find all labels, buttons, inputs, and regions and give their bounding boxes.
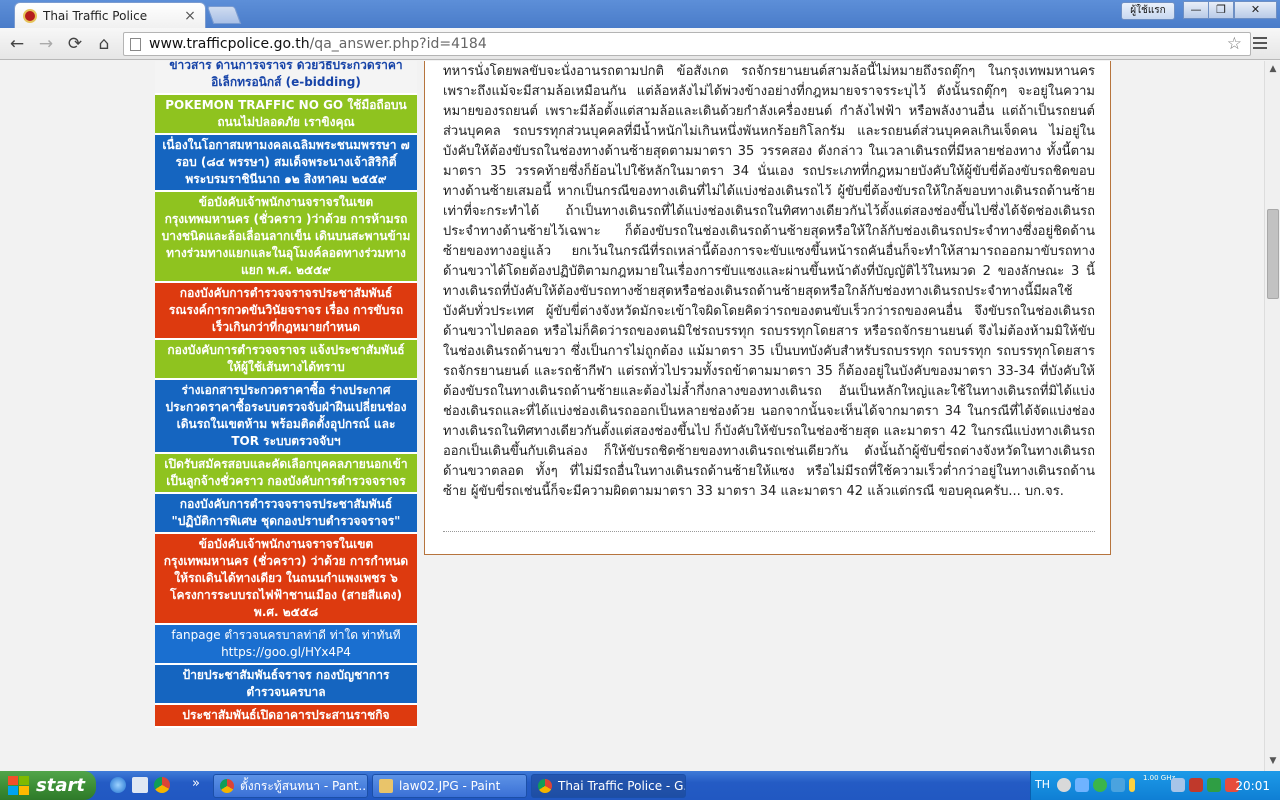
start-label: start: [36, 775, 85, 796]
sidebar-news-link[interactable]: ข้อบังคับเจ้าพนักงานจราจรในเขตกรุงเทพมหา…: [155, 192, 417, 283]
sidebar-news-link[interactable]: ข่าวสาร ด้านการจราจร ด้วยวิธีประกวดราคาอ…: [155, 61, 417, 95]
task-label: ตั้งกระทู้สนทนา - Pant...: [240, 778, 368, 793]
chrome-icon: [220, 779, 234, 793]
page-scrollbar[interactable]: ▲ ▼: [1264, 61, 1280, 771]
sidebar-news-link[interactable]: เปิดรับสมัครสอบและคัดเลือกบุคคลภายนอกเข้…: [155, 454, 417, 494]
url-path: /qa_answer.php?id=4184: [309, 36, 487, 52]
browser-titlebar: Thai Traffic Police × ผู้ใช้แรก — ❐ ✕: [0, 0, 1280, 28]
task-label: law02.JPG - Paint: [399, 779, 501, 793]
scroll-up-arrow-icon[interactable]: ▲: [1265, 61, 1280, 77]
url-host: www.trafficpolice.go.th: [149, 36, 310, 52]
new-tab-button[interactable]: [206, 6, 242, 24]
windows-taskbar: start » ตั้งกระทู้สนทนา - Pant... law02.…: [0, 771, 1280, 800]
browser-tab[interactable]: Thai Traffic Police ×: [14, 2, 206, 28]
paint-icon: [379, 779, 393, 793]
browser-toolbar: ← → ⟳ ⌂ www.trafficpolice.go.th/qa_answe…: [0, 28, 1280, 60]
system-tray: TH 1.00 GHz 20:01: [1030, 771, 1280, 800]
chrome-icon: [538, 779, 552, 793]
tray-back-icon[interactable]: [1057, 778, 1071, 792]
tray-network-icon[interactable]: [1075, 778, 1089, 792]
sidebar-news-link[interactable]: ประชาสัมพันธ์เปิดอาคารประสานราชกิจ: [155, 705, 417, 728]
language-indicator[interactable]: TH: [1035, 778, 1050, 791]
taskbar-item-chrome[interactable]: Thai Traffic Police - G...: [531, 774, 686, 798]
tab-close-icon[interactable]: ×: [183, 8, 197, 24]
sidebar-news-link[interactable]: ร่างเอกสารประกวดราคาซื้อ ร่างประกาศประกว…: [155, 380, 417, 454]
sidebar-news-link[interactable]: fanpage ตำรวจนครบาลท่าดี ท่าใด ท่าทันที …: [155, 625, 417, 665]
task-label: Thai Traffic Police - G...: [558, 779, 686, 793]
chrome-menu-icon[interactable]: [1253, 37, 1267, 51]
sidebar-news-link[interactable]: กองบังคับการตำรวจจราจร แจ้งประชาสัมพันธ์…: [155, 340, 417, 380]
sidebar-news-link[interactable]: ป้ายประชาสัมพันธ์จราจร กองบัญชาการตำรวจน…: [155, 665, 417, 705]
quicklaunch-more-icon[interactable]: »: [192, 776, 200, 791]
taskbar-clock: 20:01: [1235, 779, 1270, 793]
tray-usb-icon[interactable]: [1207, 778, 1221, 792]
dotted-divider: [443, 531, 1095, 532]
taskbar-item-pantip[interactable]: ตั้งกระทู้สนทนา - Pant...: [213, 774, 368, 798]
close-window-button[interactable]: ✕: [1234, 1, 1277, 19]
page-viewport: ข่าวสาร ด้านการจราจร ด้วยวิธีประกวดราคาอ…: [0, 61, 1264, 771]
answer-panel: ทหารนั่งโดยพลขับจะนั่งอานรถตามปกติ ข้อสั…: [424, 61, 1111, 555]
tray-globe-icon[interactable]: [1093, 778, 1107, 792]
home-button[interactable]: ⌂: [93, 33, 115, 55]
address-bar[interactable]: www.trafficpolice.go.th/qa_answer.php?id…: [123, 32, 1251, 56]
sidebar-news-link[interactable]: กองบังคับการตำรวจจราจรประชาสัมพันธ์รณรงค…: [155, 283, 417, 340]
tab-title: Thai Traffic Police: [43, 8, 148, 23]
tray-computer-icon[interactable]: [1171, 778, 1185, 792]
user-profile-button[interactable]: ผู้ใช้แรก: [1121, 2, 1175, 20]
show-desktop-icon[interactable]: [132, 777, 148, 793]
tray-security-icon[interactable]: [1189, 778, 1203, 792]
answer-text: ทหารนั่งโดยพลขับจะนั่งอานรถตามปกติ ข้อสั…: [443, 64, 1095, 499]
maximize-button[interactable]: ❐: [1208, 1, 1234, 19]
back-button[interactable]: ←: [6, 33, 28, 55]
forward-button[interactable]: →: [35, 33, 57, 55]
scrollbar-thumb[interactable]: [1267, 209, 1279, 299]
reload-button[interactable]: ⟳: [64, 33, 86, 55]
tray-display-icon[interactable]: [1111, 778, 1125, 792]
sidebar-news-link[interactable]: ข้อบังคับเจ้าพนักงานจราจรในเขตกรุงเทพมหา…: [155, 534, 417, 625]
chrome-quicklaunch-icon[interactable]: [154, 777, 170, 793]
sidebar-news-link[interactable]: กองบังคับการตำรวจจราจรประชาสัมพันธ์ "ปฏิ…: [155, 494, 417, 534]
start-button[interactable]: start: [0, 771, 96, 800]
bookmark-star-icon[interactable]: ☆: [1227, 34, 1242, 54]
taskbar-item-paint[interactable]: law02.JPG - Paint: [372, 774, 527, 798]
police-badge-icon: [23, 8, 37, 23]
sidebar-news-link[interactable]: POKEMON TRAFFIC NO GO ใช้มือถือบนถนนไม่ป…: [155, 95, 417, 135]
minimize-button[interactable]: —: [1183, 1, 1209, 19]
windows-logo-icon: [8, 775, 30, 796]
internet-explorer-icon[interactable]: [110, 777, 126, 793]
news-sidebar: ข่าวสาร ด้านการจราจร ด้วยวิธีประกวดราคาอ…: [155, 61, 417, 771]
page-icon: [130, 37, 141, 51]
sidebar-news-link[interactable]: เนื่องในโอกาสมหามงคลเฉลิมพระชนมพรรษา ๗ ร…: [155, 135, 417, 192]
scroll-down-arrow-icon[interactable]: ▼: [1265, 753, 1280, 769]
url-text: www.trafficpolice.go.th/qa_answer.php?id…: [149, 36, 487, 52]
tray-meter-icon[interactable]: [1129, 778, 1135, 792]
